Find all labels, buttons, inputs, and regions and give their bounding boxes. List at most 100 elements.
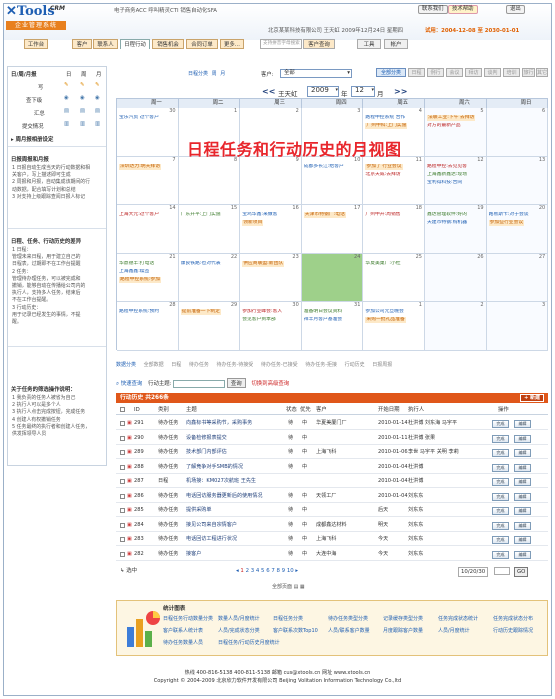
- row-checkbox[interactable]: [120, 493, 125, 499]
- day-cell[interactable]: 17 天津市特钢厂:电话: [301, 205, 364, 254]
- stats-link[interactable]: 日程任务分类: [273, 615, 303, 622]
- edit-button[interactable]: 编辑: [514, 521, 531, 530]
- calendar-event[interactable]: 领新项目: [242, 220, 264, 227]
- calendar-event[interactable]: 参加些行业会议: [488, 220, 525, 227]
- day-cell[interactable]: 28 路程中控系统:预约: [117, 302, 179, 351]
- complete-button[interactable]: 完成: [492, 536, 509, 544]
- stats-link[interactable]: 数量人员/月度统计: [218, 615, 260, 622]
- legend-item[interactable]: 行动历史: [345, 362, 365, 368]
- stats-link[interactable]: 记录缓存类型分类: [383, 615, 423, 622]
- day-cell[interactable]: 13: [486, 156, 549, 206]
- topic-input[interactable]: [173, 379, 226, 388]
- stats-link[interactable]: 人员/月度统计: [438, 627, 470, 634]
- calendar-event[interactable]: 广州中科:上门实施: [365, 123, 408, 129]
- view-icon[interactable]: ▥: [95, 121, 100, 127]
- row-checkbox[interactable]: [120, 464, 125, 470]
- table-row[interactable]: ▣ 289 待办任务 技术部门内部评估待 中 上海飞科 2010-01-06 李世 马宇平 关…: [116, 446, 548, 459]
- new-button[interactable]: + 新建: [520, 394, 544, 402]
- module-contact[interactable]: 联系人: [93, 39, 118, 49]
- stats-link[interactable]: 人员/完成状态分类: [218, 627, 260, 634]
- stats-link[interactable]: 人员/联系客户数量: [328, 627, 370, 634]
- day-cell[interactable]: 26: [425, 253, 487, 303]
- calendar-event[interactable]: 提前准备一下制定: [180, 309, 221, 316]
- edit-button[interactable]: 编辑: [514, 463, 531, 472]
- row-checkbox[interactable]: [120, 450, 125, 455]
- report-settings-link[interactable]: ▸ 周月报相册设定: [11, 135, 53, 143]
- view-icon[interactable]: ◉: [64, 95, 69, 101]
- calendar-event[interactable]: 鑫达管理软件:好的: [427, 212, 467, 218]
- row-subject[interactable]: 向鑫标书等采购节，采购事务: [186, 417, 284, 430]
- module-workbench[interactable]: 工作台: [24, 39, 48, 49]
- cat-meeting[interactable]: 会议: [446, 68, 463, 77]
- per-page[interactable]: 10/20/30: [458, 567, 489, 577]
- table-row[interactable]: ▣ 287 日程 机场接：KM027次航班 王先生 2010-01-04 杜洪博 完成 编辑: [116, 475, 548, 488]
- select-all-checkbox[interactable]: [120, 407, 125, 412]
- row-subject[interactable]: 机场接：KM027次航班 王先生: [186, 475, 284, 488]
- legend-item[interactable]: 待办任务-已接受: [261, 362, 298, 368]
- all-pages[interactable]: 全部页面 ▤ ▦: [272, 583, 305, 590]
- view-icon[interactable]: ▥: [64, 121, 69, 127]
- edit-button[interactable]: 编辑: [514, 434, 531, 443]
- calendar-event[interactable]: 广州中升:周销售: [365, 212, 400, 218]
- col-subject[interactable]: 主题: [186, 405, 197, 415]
- search-input[interactable]: 支持拼音字母搜索: [260, 39, 302, 49]
- day-cell[interactable]: 8: [178, 156, 241, 206]
- calendar-event[interactable]: 对方的最新产品: [427, 123, 461, 129]
- row-checkbox[interactable]: [120, 522, 125, 528]
- calendar-event[interactable]: 天建市特钢:购机器: [427, 220, 467, 226]
- day-cell[interactable]: 20 路易斯卡:对于会谈 参加些行业会议: [486, 205, 549, 254]
- row-checkbox[interactable]: [120, 421, 125, 426]
- edit-button[interactable]: 编辑: [514, 449, 531, 457]
- stats-link[interactable]: 客户联系人统计表: [163, 627, 203, 634]
- cat-other[interactable]: 其它: [536, 68, 548, 77]
- day-cell[interactable]: 29 提前准备一下制定: [178, 302, 241, 351]
- stats-link[interactable]: 客户联系次数Top10: [273, 627, 318, 634]
- calendar-event[interactable]: 华鼎德丰:打电话: [119, 261, 154, 267]
- row-subject[interactable]: 设备检修报表提交: [186, 432, 284, 445]
- calendar-event[interactable]: 北京天威:去拜访: [365, 172, 400, 178]
- calendar-event[interactable]: 参加了 行业会议: [365, 163, 403, 170]
- view-icon[interactable]: ◉: [95, 95, 100, 101]
- prev-month-button[interactable]: <<: [262, 87, 275, 96]
- calendar-event[interactable]: 上海鑫新鑫达:现场: [427, 172, 467, 178]
- module-sales[interactable]: 销售机会: [152, 39, 184, 49]
- stats-link[interactable]: 日程任务/行动历史月度统计: [218, 639, 280, 646]
- calendar-event[interactable]: 上海大元:过个客户: [119, 212, 159, 218]
- table-row[interactable]: ▣ 283 待办任务 电话回访工程进行状况待 中 上海飞科 今天 刘东东 完成 编辑: [116, 533, 548, 546]
- customer-select[interactable]: 全部 ▾: [280, 69, 352, 78]
- col-executor[interactable]: 执行人: [408, 405, 424, 415]
- page-links[interactable]: ◂ 1 2 3 4 5 6 7 8 9 10 ▸: [236, 566, 298, 576]
- day-cell[interactable]: 30 参加行业峰会:客人 会见客户到本部: [240, 302, 302, 351]
- calendar-event[interactable]: 宝利得科技:合同: [427, 180, 462, 186]
- legend-item[interactable]: 日程: [171, 362, 181, 368]
- view-icon[interactable]: ▥: [80, 121, 85, 127]
- view-icon[interactable]: ▤: [80, 108, 85, 114]
- day-cell[interactable]: 30 宝乐汽贸 过个客户: [117, 108, 179, 157]
- stats-link[interactable]: 待办任务数量人员: [163, 639, 203, 646]
- calendar-event[interactable]: 路程中控:去见见客: [427, 164, 467, 170]
- cat-negotiate[interactable]: 谈判: [484, 68, 501, 77]
- account-menu[interactable]: 帐户: [384, 39, 408, 49]
- next-month-button[interactable]: >>: [394, 87, 407, 96]
- row-subject[interactable]: 了解竞争对手SMB的情况: [186, 461, 284, 474]
- tab-month[interactable]: 月: [220, 71, 225, 77]
- row-subject[interactable]: 提供采购单: [186, 504, 284, 517]
- pencil-icon[interactable]: ✎: [95, 82, 100, 88]
- complete-button[interactable]: 完成: [492, 492, 509, 501]
- edit-button[interactable]: 编辑: [514, 507, 531, 515]
- calendar-event[interactable]: 祥丰月客户基准会: [304, 317, 342, 323]
- stats-link[interactable]: 待办任务类型分类: [328, 615, 368, 622]
- calendar-event[interactable]: 路程中控系统:参加: [119, 276, 161, 283]
- day-cell[interactable]: 10 成都多长江:给客户: [301, 156, 364, 206]
- complete-button[interactable]: 完成: [492, 478, 509, 486]
- complete-button[interactable]: 完成: [492, 434, 509, 443]
- legend-item[interactable]: 数据分类: [116, 362, 136, 368]
- calendar-event[interactable]: 路易斯卡:对于会谈: [489, 212, 529, 218]
- day-cell[interactable]: 6: [486, 108, 549, 157]
- col-priority[interactable]: 优先: [300, 405, 311, 415]
- promo-links[interactable]: 电子商务ACC 呼叫精灵CTI 销售自动化SFA: [114, 6, 217, 14]
- month-select[interactable]: 12 ▾: [351, 86, 375, 97]
- calendar-event[interactable]: 成都多长江:给客户: [304, 164, 344, 170]
- day-cell[interactable]: 25 华夏美巢厂:小杜: [363, 253, 425, 303]
- day-cell[interactable]: 7 深圳达力:明天拜访: [117, 156, 179, 206]
